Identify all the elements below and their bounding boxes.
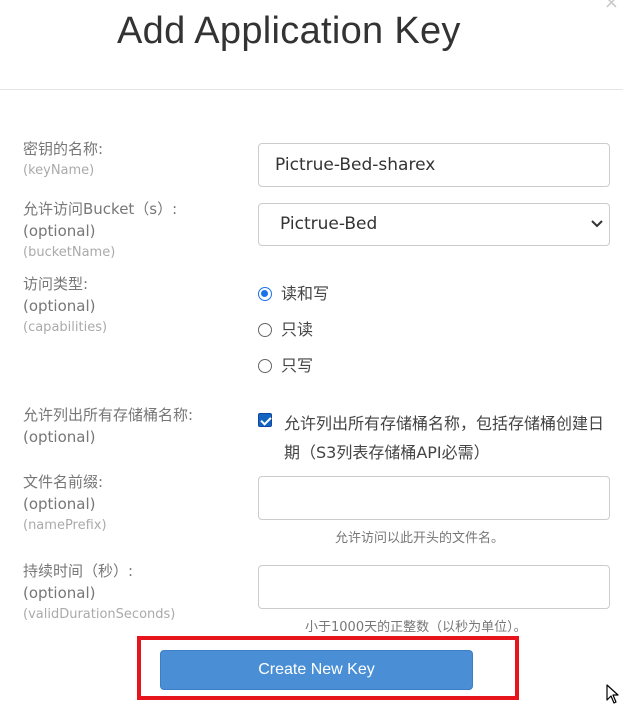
dialog-title: Add Application Key [117,10,461,52]
radio-unchecked-icon[interactable] [258,323,272,337]
header-divider [0,89,623,90]
capability-option-label: 读和写 [281,284,330,303]
name-prefix-input[interactable] [258,476,610,520]
name-prefix-param: (namePrefix) [23,518,107,533]
duration-param: (validDurationSeconds) [23,607,176,622]
bucket-param: (bucketName) [23,245,116,260]
chevron-down-icon [591,204,603,245]
capabilities-label: 访问类型: [23,275,89,293]
capabilities-label-group: 访问类型: (optional) (capabilities) [23,273,107,339]
key-name-label: 密钥的名称: [23,140,104,158]
mouse-pointer-icon [606,684,620,705]
capability-option-write-only[interactable]: 只写 [258,355,313,377]
capabilities-param: (capabilities) [23,320,108,335]
capability-option-read-only[interactable]: 只读 [258,319,313,341]
create-new-key-button[interactable]: Create New Key [160,650,473,690]
capability-option-read-write[interactable]: 读和写 [258,283,329,305]
key-name-param: (keyName) [23,163,95,178]
key-name-label-group: 密钥的名称: (keyName) [23,138,103,182]
capability-option-label: 只写 [281,356,314,375]
key-name-input[interactable]: Pictrue-Bed-sharex [258,143,610,187]
bucket-label-group: 允许访问Bucket（s）: (optional) (bucketName) [23,198,177,264]
name-prefix-label-group: 文件名前缀: (optional) (namePrefix) [23,471,107,537]
duration-label: 持续时间（秒）: [23,562,134,580]
capabilities-optional: (optional) [23,297,96,315]
add-application-key-dialog: × Add Application Key 密钥的名称: (keyName) P… [0,0,623,705]
list-all-checkbox-row[interactable]: 允许列出所有存储桶名称，包括存储桶创建日期（S3列表存储桶API必需） [258,409,614,467]
bucket-optional: (optional) [23,222,96,240]
name-prefix-optional: (optional) [23,495,96,513]
checkbox-checked-icon[interactable] [258,413,272,427]
duration-optional: (optional) [23,584,96,602]
list-all-label: 允许列出所有存储桶名称: [23,406,194,424]
name-prefix-hint: 允许访问以此开头的文件名。 [335,531,505,546]
list-all-label-group: 允许列出所有存储桶名称: (optional) [23,404,193,448]
name-prefix-label: 文件名前缀: [23,473,104,491]
duration-label-group: 持续时间（秒）: (optional) (validDurationSecond… [23,560,175,626]
duration-input[interactable] [258,565,610,609]
list-all-checkbox-text: 允许列出所有存储桶名称，包括存储桶创建日期（S3列表存储桶API必需） [284,414,605,462]
list-all-optional: (optional) [23,428,96,446]
close-icon[interactable]: × [604,0,619,12]
capability-option-label: 只读 [281,320,314,339]
bucket-selected-value: Pictrue-Bed [280,214,378,234]
duration-hint: 小于1000天的正整数（以秒为单位）。 [305,620,527,635]
radio-checked-icon[interactable] [258,287,272,301]
radio-unchecked-icon[interactable] [258,359,272,373]
bucket-label: 允许访问Bucket（s）: [23,200,178,218]
bucket-select[interactable]: Pictrue-Bed [258,203,610,246]
